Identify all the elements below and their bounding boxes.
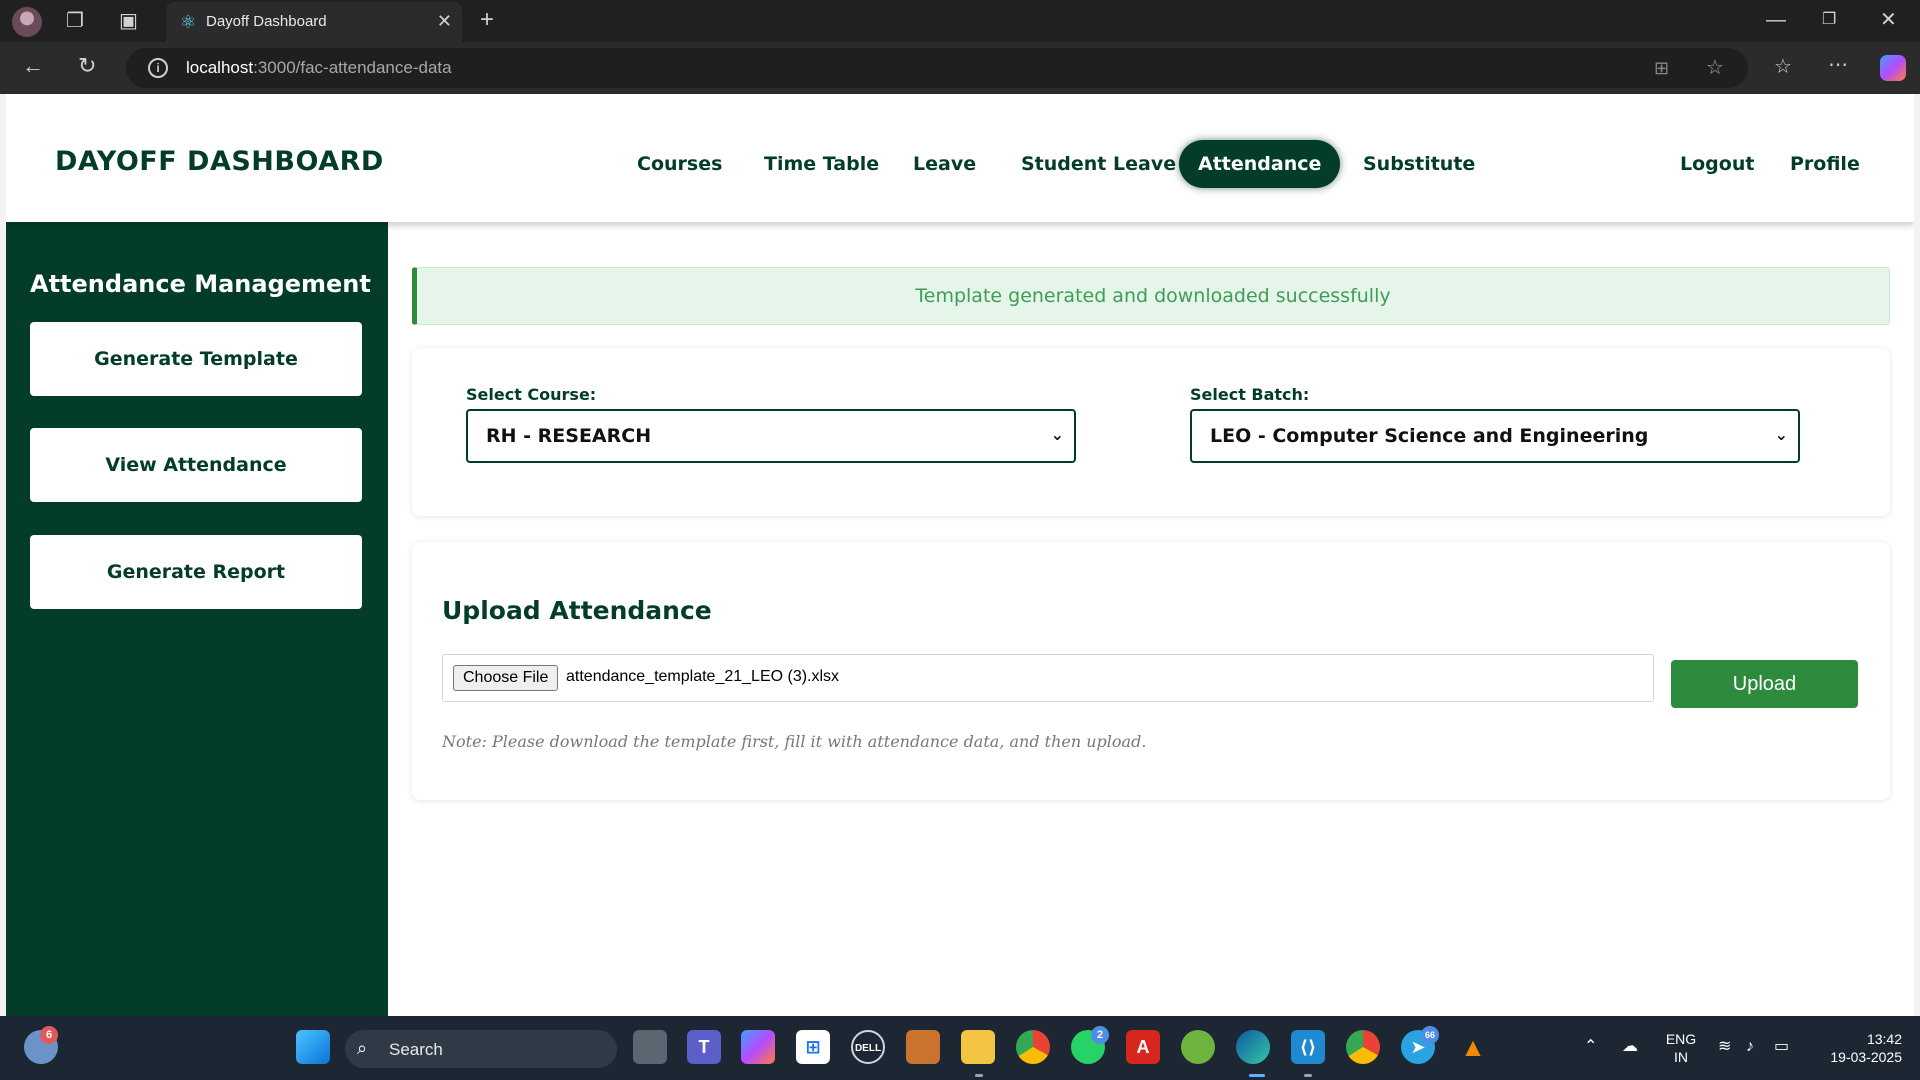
search-label: Search	[389, 1040, 443, 1059]
top-navbar: DAYOFF DASHBOARD Courses Time Table Leav…	[6, 94, 1914, 222]
task-view-icon[interactable]	[633, 1030, 667, 1064]
more-options-icon[interactable]: ⋯	[1828, 55, 1848, 75]
vscode-icon[interactable]: ⟨⟩	[1291, 1030, 1325, 1064]
chevron-down-icon: ⌄	[1774, 427, 1788, 444]
upload-note: Note: Please download the template first…	[442, 732, 1147, 751]
new-tab-icon[interactable]: +	[480, 8, 494, 32]
close-tab-icon[interactable]: ✕	[437, 11, 452, 32]
whatsapp-badge: 2	[1091, 1026, 1109, 1044]
choose-file-button[interactable]: Choose File	[453, 665, 559, 691]
vlc-icon[interactable]: ▲	[1456, 1030, 1490, 1064]
weather-badge: 6	[40, 1026, 58, 1044]
running-indicator	[1304, 1074, 1312, 1077]
generate-report-button[interactable]: Generate Report	[30, 535, 362, 609]
chevron-down-icon: ⌄	[1050, 427, 1064, 444]
search-icon: ⌕	[357, 1038, 368, 1058]
upload-card: Upload Attendance Choose File attendance…	[412, 542, 1890, 800]
clock-time: 13:42	[1866, 1031, 1902, 1047]
language-indicator[interactable]: ENG IN	[1664, 1030, 1698, 1066]
batch-select[interactable]: LEO - Computer Science and Engineering ⌄	[1190, 409, 1800, 463]
browser-titlebar: ❐ ▣ ⚛ Dayoff Dashboard ✕ + — ❐ ✕	[0, 0, 1920, 42]
brand-title: DAYOFF DASHBOARD	[55, 146, 384, 177]
upload-title: Upload Attendance	[442, 596, 712, 625]
nav-time-table[interactable]: Time Table	[745, 140, 898, 188]
view-attendance-button[interactable]: View Attendance	[30, 428, 362, 502]
course-select[interactable]: RH - RESEARCH ⌄	[466, 409, 1076, 463]
sidebar: Attendance Management Generate Template …	[6, 222, 388, 1016]
tab-title: Dayoff Dashboard	[206, 13, 327, 30]
react-icon: ⚛	[179, 12, 197, 32]
running-indicator	[1249, 1074, 1265, 1077]
main-content: Template generated and downloaded succes…	[388, 222, 1914, 1016]
store-icon[interactable]: ⊞	[796, 1030, 830, 1064]
acrobat-icon[interactable]: A	[1126, 1030, 1160, 1064]
start-icon[interactable]	[296, 1030, 330, 1064]
dell-icon[interactable]: DELL	[851, 1030, 885, 1064]
batch-select-value: LEO - Computer Science and Engineering	[1210, 425, 1649, 447]
region-label: IN	[1674, 1049, 1688, 1065]
refresh-icon[interactable]: ↻	[78, 55, 96, 77]
game-icon[interactable]	[906, 1030, 940, 1064]
spring-icon[interactable]	[1181, 1030, 1215, 1064]
favorites-icon[interactable]: ☆	[1774, 57, 1792, 77]
nav-substitute[interactable]: Substitute	[1344, 140, 1494, 188]
nav-courses[interactable]: Courses	[618, 140, 741, 188]
batch-label: Select Batch:	[1190, 385, 1310, 404]
nav-profile[interactable]: Profile	[1771, 140, 1879, 188]
onedrive-icon[interactable]: ☁	[1622, 1038, 1638, 1056]
add-favorite-icon[interactable]: ☆	[1706, 58, 1724, 78]
nav-leave[interactable]: Leave	[894, 140, 995, 188]
nav-student-leave[interactable]: Student Leave	[1002, 140, 1195, 188]
clock[interactable]: 13:42 19-03-2025	[1812, 1030, 1902, 1066]
minimize-icon[interactable]: —	[1766, 10, 1786, 30]
show-hidden-icons-icon[interactable]: ⌃	[1584, 1038, 1597, 1056]
telegram-badge: 66	[1421, 1026, 1439, 1044]
copilot-app-icon[interactable]	[741, 1030, 775, 1064]
chrome-icon[interactable]	[1016, 1030, 1050, 1064]
web-app: DAYOFF DASHBOARD Courses Time Table Leav…	[6, 94, 1914, 1016]
teams-icon[interactable]: T	[687, 1030, 721, 1064]
app-available-icon[interactable]: ⊞	[1654, 58, 1669, 78]
clock-date: 19-03-2025	[1830, 1049, 1902, 1065]
course-label: Select Course:	[466, 385, 597, 404]
sidebar-title: Attendance Management	[30, 270, 371, 298]
file-explorer-icon[interactable]	[961, 1030, 995, 1064]
back-icon[interactable]: ←	[22, 55, 44, 77]
url-text[interactable]: localhost:3000/fac-attendance-data	[186, 58, 452, 78]
selected-file-name: attendance_template_21_LEO (3).xlsx	[566, 668, 840, 685]
upload-button[interactable]: Upload	[1671, 660, 1858, 708]
generate-template-button[interactable]: Generate Template	[30, 322, 362, 396]
windows-taskbar: 6 ⌕ Search T ⊞ DELL 2 A ⟨⟩ ➤ 66 ▲ ⌃ ☁ EN…	[0, 1016, 1920, 1080]
address-bar[interactable]: i localhost:3000/fac-attendance-data ⊞ ☆	[126, 48, 1748, 88]
restore-icon[interactable]: ❐	[1822, 10, 1836, 30]
success-alert: Template generated and downloaded succes…	[412, 267, 1890, 325]
selection-card: Select Course: RH - RESEARCH ⌄ Select Ba…	[412, 348, 1890, 516]
close-window-icon[interactable]: ✕	[1880, 10, 1897, 30]
site-info-icon[interactable]: i	[148, 58, 168, 78]
browser-tab[interactable]: ⚛ Dayoff Dashboard ✕	[166, 2, 462, 42]
edge-icon[interactable]	[1236, 1030, 1270, 1064]
course-select-value: RH - RESEARCH	[486, 425, 652, 447]
battery-icon[interactable]: ▭	[1774, 1038, 1789, 1056]
taskbar-search[interactable]: ⌕ Search	[345, 1030, 617, 1068]
running-indicator	[975, 1074, 983, 1077]
profile-avatar[interactable]	[12, 7, 42, 37]
wifi-icon[interactable]: ≋	[1718, 1038, 1731, 1056]
tab-actions-icon[interactable]: ▣	[119, 11, 138, 31]
language-label: ENG	[1665, 1031, 1697, 1047]
chrome-profile-icon[interactable]	[1346, 1030, 1380, 1064]
nav-logout[interactable]: Logout	[1661, 140, 1773, 188]
file-input[interactable]: Choose File attendance_template_21_LEO (…	[442, 654, 1654, 702]
nav-attendance[interactable]: Attendance	[1179, 140, 1341, 188]
volume-icon[interactable]: ♪	[1746, 1038, 1754, 1056]
workspaces-icon[interactable]: ❐	[66, 11, 84, 31]
copilot-icon[interactable]	[1880, 55, 1906, 81]
